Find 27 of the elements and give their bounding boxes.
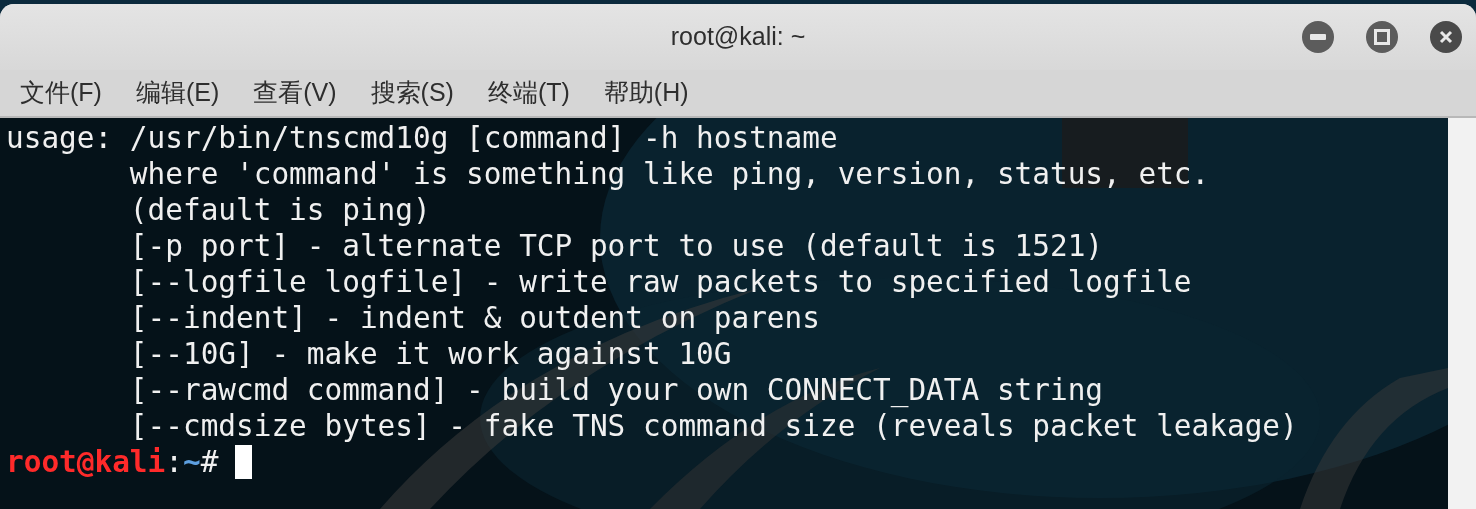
- menu-item[interactable]: 查看(V): [243, 74, 347, 112]
- terminal-line: [--logfile logfile] - write raw packets to specified logfile: [128, 264, 1192, 300]
- menu-item[interactable]: 编辑(E): [125, 74, 230, 112]
- menu-item[interactable]: 终端(T): [477, 74, 580, 112]
- prompt-path: ~: [182, 444, 201, 480]
- minimize-button[interactable]: [1302, 21, 1334, 53]
- prompt-separator: :: [165, 444, 183, 480]
- menu-item[interactable]: 帮助(H): [593, 74, 699, 112]
- prompt-user-host: root@kali: [6, 444, 166, 480]
- terminal-line: (default is ping): [128, 192, 431, 228]
- maximize-icon: [1374, 29, 1390, 45]
- terminal-line: [--cmdsize bytes] - fake TNS command size (reveals packet leakage): [128, 408, 1298, 444]
- maximize-button[interactable]: [1366, 21, 1398, 53]
- close-icon: [1439, 30, 1453, 44]
- text-cursor: [235, 445, 253, 479]
- prompt-symbol: #: [200, 444, 219, 480]
- menu-item[interactable]: 文件(F): [10, 74, 112, 112]
- terminal-line: [--indent] - indent & outdent on parens: [128, 300, 820, 336]
- window-title: root@kali: ~: [670, 21, 806, 53]
- close-button[interactable]: [1430, 21, 1462, 53]
- menu-item[interactable]: 搜索(S): [360, 74, 464, 112]
- terminal-line: [-p port] - alternate TCP port to use (default is 1521): [128, 228, 1104, 264]
- terminal-line: [--rawcmd command] - build your own CONNECT_DATA string: [128, 372, 1104, 408]
- terminal-line: [--10G] - make it work against 10G: [128, 336, 732, 372]
- terminal-line: usage: /usr/bin/tnscmd10g [command] -h hostname: [6, 120, 838, 156]
- terminal-line: where 'command' is something like ping, version, status, etc.: [128, 156, 1210, 192]
- minimize-icon: [1310, 34, 1326, 40]
